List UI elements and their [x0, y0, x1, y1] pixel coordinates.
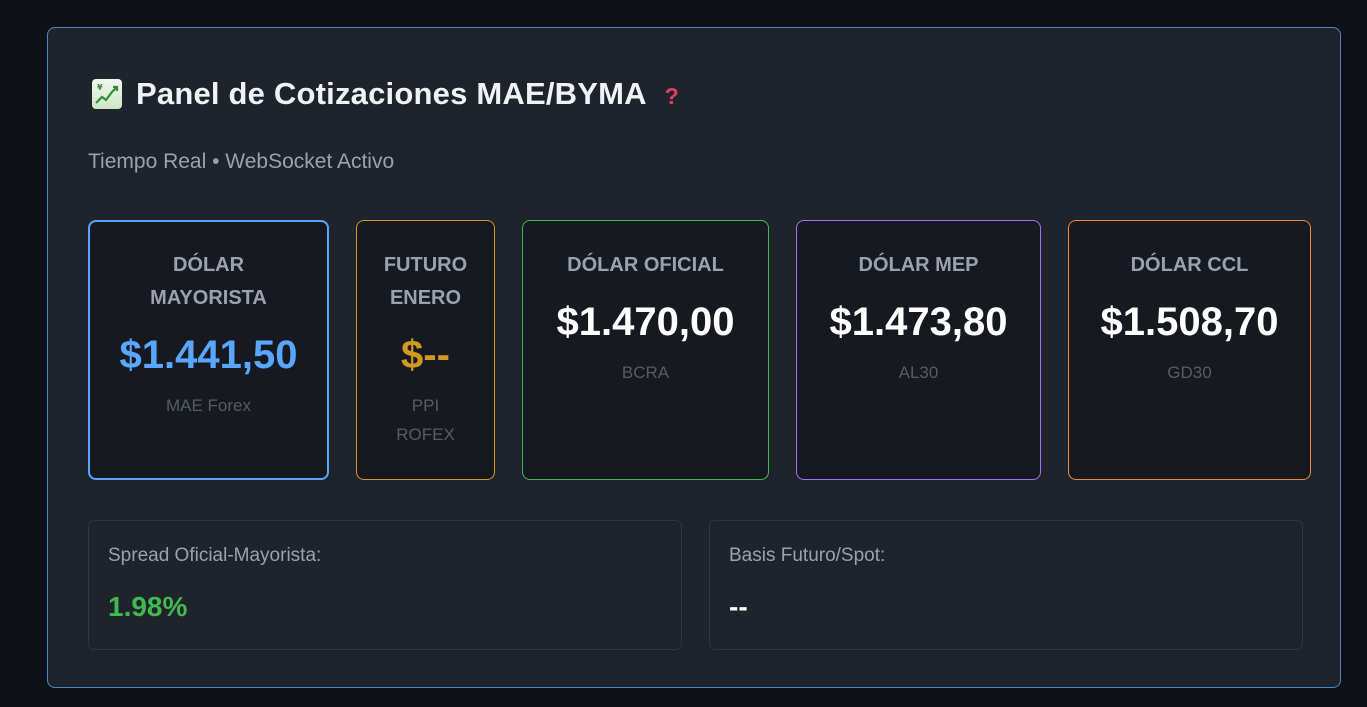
- card-source-line1: AL30: [898, 363, 939, 382]
- card-value: $1.508,70: [1100, 300, 1279, 344]
- metric-value: 1.98%: [108, 591, 188, 622]
- metric-label: Basis Futuro/Spot:: [729, 545, 886, 566]
- card-source-line1: MAE Forex: [165, 396, 252, 415]
- basis-futuro-spot-box: Basis Futuro/Spot: --: [709, 520, 1303, 650]
- card-source-line1: PPI: [411, 396, 440, 415]
- card-source: AL30: [797, 358, 1040, 387]
- card-label-line1: DÓLAR MEP: [858, 254, 979, 276]
- quotes-panel: ¥ Panel de Cotizaciones MAE/BYMA ? Tiemp…: [47, 27, 1341, 688]
- card-label: FUTURO ENERO: [357, 249, 494, 315]
- card-futuro-enero: FUTURO ENERO $-- PPI ROFEX: [356, 220, 495, 480]
- card-source-line1: GD30: [1167, 363, 1212, 382]
- question-mark-icon[interactable]: ?: [665, 83, 679, 110]
- card-label: DÓLAR MAYORISTA: [90, 249, 327, 315]
- card-label: DÓLAR OFICIAL: [523, 249, 768, 282]
- card-label-line2: ENERO: [389, 287, 462, 309]
- card-source-line1: BCRA: [621, 363, 670, 382]
- card-value: $--: [401, 333, 450, 377]
- card-label-line1: DÓLAR OFICIAL: [567, 254, 724, 276]
- card-value: $1.441,50: [119, 333, 298, 377]
- card-label-line1: DÓLAR: [172, 254, 245, 276]
- spread-oficial-mayorista-box: Spread Oficial-Mayorista: 1.98%: [88, 520, 682, 650]
- card-source: PPI ROFEX: [357, 391, 494, 449]
- status-subtitle: Tiempo Real • WebSocket Activo: [88, 150, 395, 173]
- card-source: GD30: [1069, 358, 1310, 387]
- metric-label: Spread Oficial-Mayorista:: [108, 545, 322, 566]
- card-source: BCRA: [523, 358, 768, 387]
- card-source-line2: ROFEX: [396, 425, 455, 444]
- card-label-line1: FUTURO: [383, 254, 468, 276]
- card-source: MAE Forex: [90, 391, 327, 420]
- panel-header: ¥ Panel de Cotizaciones MAE/BYMA ?: [92, 76, 679, 112]
- card-dolar-oficial: DÓLAR OFICIAL $1.470,00 BCRA: [522, 220, 769, 480]
- card-dolar-mayorista: DÓLAR MAYORISTA $1.441,50 MAE Forex: [88, 220, 329, 480]
- svg-text:¥: ¥: [97, 83, 103, 92]
- metric-value: --: [729, 591, 748, 622]
- card-dolar-mep: DÓLAR MEP $1.473,80 AL30: [796, 220, 1041, 480]
- card-label: DÓLAR MEP: [797, 249, 1040, 282]
- card-value: $1.470,00: [556, 300, 735, 344]
- chart-increasing-yen-icon: ¥: [92, 79, 122, 109]
- panel-title: Panel de Cotizaciones MAE/BYMA: [136, 76, 647, 111]
- card-label: DÓLAR CCL: [1069, 249, 1310, 282]
- card-value: $1.473,80: [829, 300, 1008, 344]
- card-dolar-ccl: DÓLAR CCL $1.508,70 GD30: [1068, 220, 1311, 480]
- card-label-line1: DÓLAR CCL: [1130, 254, 1249, 276]
- card-label-line2: MAYORISTA: [150, 287, 267, 309]
